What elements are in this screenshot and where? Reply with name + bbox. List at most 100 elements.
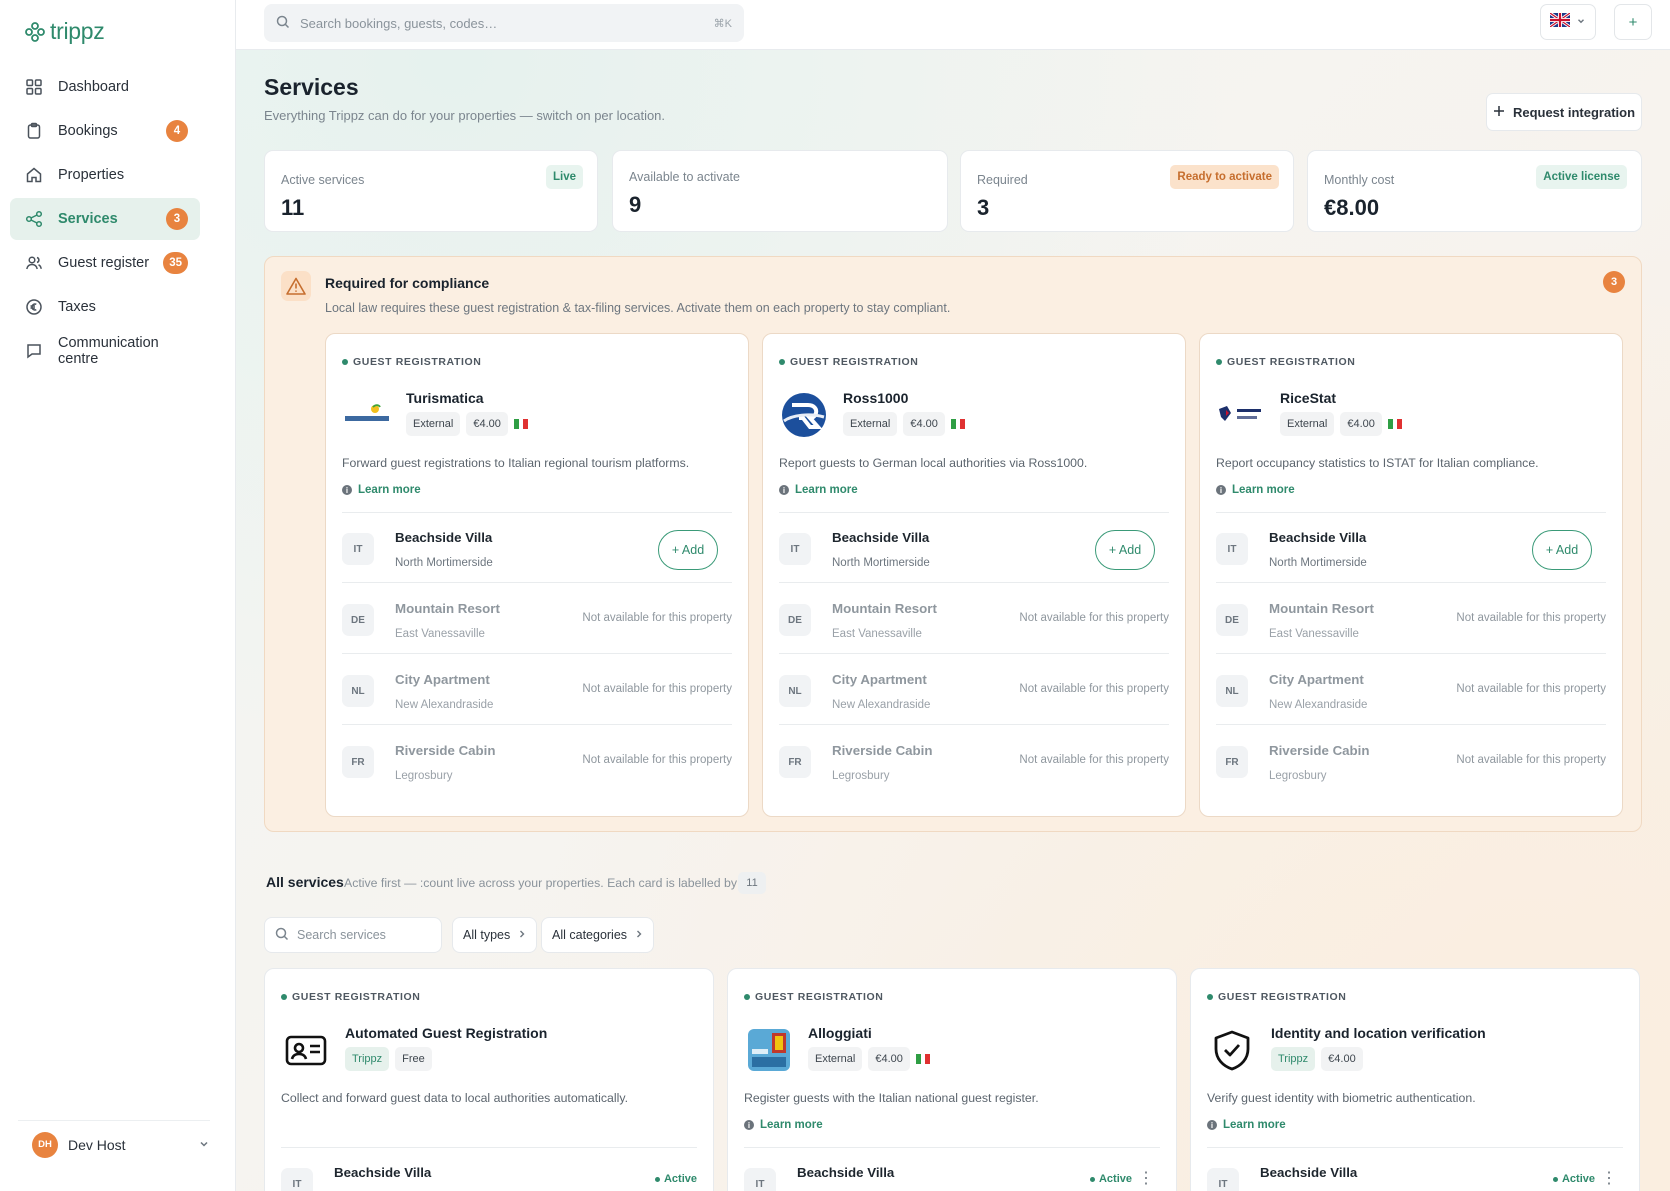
service-tags: External €4.00 (808, 1047, 930, 1071)
global-search[interactable]: Search bookings, guests, codes… ⌘K (264, 4, 744, 42)
service-name: Identity and location verification (1271, 1025, 1486, 1041)
service-type: GUEST REGISTRATION (1216, 356, 1355, 368)
service-description: Forward guest registrations to Italian r… (342, 456, 690, 470)
quick-add-button[interactable]: + (1614, 4, 1652, 40)
add-button[interactable]: + Add (658, 530, 718, 570)
add-button[interactable]: + Add (1095, 530, 1155, 570)
filter-label: All categories (552, 928, 628, 942)
status-badge: Active license (1536, 165, 1627, 189)
type-filter-button[interactable]: All types (452, 917, 538, 953)
learn-more-link[interactable]: i Learn more (342, 484, 421, 496)
property-name: Beachside Villa (797, 1165, 895, 1180)
search-input[interactable]: Search bookings, guests, codes… (300, 16, 704, 31)
service-type: GUEST REGISTRATION (281, 991, 420, 1003)
language-select[interactable] (1540, 4, 1596, 40)
stat-value: 9 (629, 192, 642, 217)
service-name: RiceStat (1280, 390, 1337, 406)
property-row: NL City Apartment New Alexandraside Not … (779, 655, 1169, 725)
property-name: Beachside Villa (1260, 1165, 1358, 1180)
page-subtitle: Everything Trippz can do for your proper… (264, 108, 666, 123)
sidebar-item-label: Taxes (58, 299, 96, 315)
price-chip: Free (395, 1047, 432, 1071)
property-location: North Mortimerside (832, 557, 930, 569)
country-code: NL (779, 675, 811, 707)
turismatica-logo-icon (342, 390, 392, 440)
sidebar-item-communication-centre[interactable]: Communication centre (10, 330, 200, 372)
service-type: GUEST REGISTRATION (342, 356, 481, 368)
home-icon (24, 165, 44, 185)
info-icon: i (1216, 485, 1226, 495)
property-name: Beachside Villa (1269, 530, 1367, 545)
count-badge: 3 (166, 208, 188, 230)
property-row: FR Riverside Cabin Legrosbury Not availa… (342, 726, 732, 796)
service-search-input[interactable]: Search services (264, 917, 442, 953)
price-chip: €4.00 (903, 412, 945, 436)
chevron-right-icon (518, 928, 526, 942)
info-icon: i (779, 485, 789, 495)
property-location: North Mortimerside (395, 557, 493, 569)
sidebar-item-guest-register[interactable]: Guest register 35 (10, 242, 200, 284)
learn-more-link[interactable]: i Learn more (1207, 1119, 1286, 1131)
sidebar-item-bookings[interactable]: Bookings 4 (10, 110, 200, 152)
add-button[interactable]: + Add (1532, 530, 1592, 570)
user-menu[interactable]: DH Dev Host (18, 1120, 210, 1168)
sidebar-item-properties[interactable]: Properties (10, 154, 200, 196)
property-name: City Apartment (395, 672, 490, 687)
ross1000-logo-icon (779, 390, 829, 440)
property-name: Beachside Villa (334, 1165, 432, 1180)
property-name: Mountain Resort (1269, 601, 1374, 616)
sidebar-item-services[interactable]: Services 3 (10, 198, 200, 240)
compliance-subtitle: Local law requires these guest registrat… (325, 301, 951, 315)
request-integration-button[interactable]: Request integration (1486, 93, 1642, 131)
country-code: DE (342, 604, 374, 636)
service-description: Verify guest identity with biometric aut… (1207, 1091, 1476, 1105)
not-available-text: Not available for this property (1019, 683, 1169, 695)
country-code: IT (1207, 1168, 1239, 1191)
sidebar-item-dashboard[interactable]: Dashboard (10, 66, 200, 108)
service-card-turismatica: GUEST REGISTRATION Turismatica External … (325, 333, 749, 817)
more-options-icon[interactable]: ⋮ (1138, 1168, 1154, 1188)
stat-label: Active services (281, 173, 365, 187)
avatar: DH (32, 1131, 58, 1158)
property-location: East Vanessaville (832, 628, 922, 640)
italy-flag-icon (513, 419, 528, 429)
learn-more-link[interactable]: i Learn more (1216, 484, 1295, 496)
country-code: IT (1216, 533, 1248, 565)
country-code: IT (744, 1168, 776, 1191)
learn-more-link[interactable]: i Learn more (779, 484, 858, 496)
app-logo[interactable]: trippz (24, 18, 105, 45)
provider-chip: External (808, 1047, 863, 1071)
info-icon: i (744, 1120, 754, 1130)
learn-more-link[interactable]: i Learn more (744, 1119, 823, 1131)
stat-value: €8.00 (1324, 195, 1380, 220)
service-tags: External €4.00 (406, 412, 528, 436)
euro-icon (24, 297, 44, 317)
service-tags: External €4.00 (1280, 412, 1402, 436)
property-row: DE Mountain Resort East Vanessaville Not… (1216, 584, 1606, 654)
more-options-icon[interactable]: ⋮ (1601, 1168, 1617, 1188)
chevron-right-icon (635, 928, 643, 942)
country-code: NL (1216, 675, 1248, 707)
property-location: Legrosbury (1269, 770, 1327, 782)
property-row: NL City Apartment New Alexandraside Not … (342, 655, 732, 725)
sidebar-nav: Dashboard Bookings 4 Properties Services… (10, 66, 200, 374)
property-location: Legrosbury (395, 770, 453, 782)
sidebar-item-taxes[interactable]: Taxes (10, 286, 200, 328)
property-row: DE Mountain Resort East Vanessaville Not… (342, 584, 732, 654)
property-name: City Apartment (1269, 672, 1364, 687)
sidebar-item-label: Communication centre (58, 335, 159, 367)
country-code: NL (342, 675, 374, 707)
service-description: Collect and forward guest data to local … (281, 1091, 629, 1105)
provider-chip: Trippz (1271, 1047, 1316, 1071)
logo-icon (24, 21, 46, 43)
section-title: All services (266, 874, 344, 890)
app-name: trippz (50, 18, 105, 44)
property-row: IT Beachside Villa Active ⋮ (1207, 1148, 1617, 1191)
alloggiati-logo-icon (744, 1025, 794, 1075)
search-placeholder: Search services (297, 928, 386, 942)
filter-label: All types (463, 928, 511, 942)
price-chip: €4.00 (466, 412, 508, 436)
not-available-text: Not available for this property (1019, 612, 1169, 624)
page-title: Services (264, 74, 359, 100)
category-filter-button[interactable]: All categories (541, 917, 655, 953)
